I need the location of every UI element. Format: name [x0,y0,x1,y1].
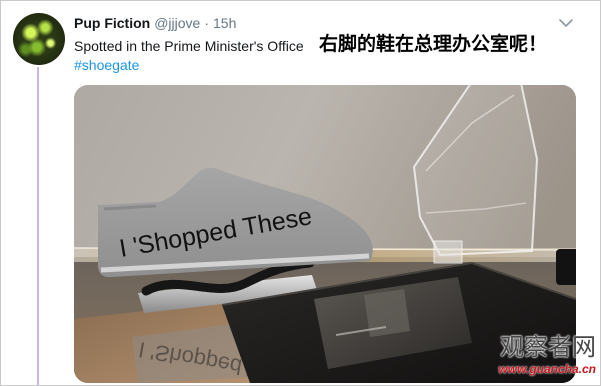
chevron-down-icon[interactable] [558,16,574,30]
author-handle[interactable]: @jjjove [154,15,200,31]
avatar[interactable] [13,13,65,65]
tweet-timestamp[interactable]: 15h [213,15,236,31]
tweet-card: Pup Fiction @jjjove · 15h Spotted in the Pr… [0,0,601,386]
tweet-text: Spotted in the Prime Minister's Office [74,38,304,54]
separator-dot: · [204,15,210,31]
thread-line [37,67,39,385]
overlay-caption: 右脚的鞋在总理办公室呢！ [319,34,548,55]
author-name[interactable]: Pup Fiction [74,15,150,31]
glass-trophy-base [433,240,463,264]
tweet-header: Pup Fiction @jjjove · 15h [74,14,236,32]
chevron-down-icon-glyph [559,19,573,27]
black-object [556,249,576,285]
watermark-name: 观察者网 [500,334,596,361]
watermark: 观察者网 www.guancha.cn [498,334,596,377]
watermark-url: www.guancha.cn [498,362,596,376]
hashtag-link[interactable]: #shoegate [74,56,139,74]
